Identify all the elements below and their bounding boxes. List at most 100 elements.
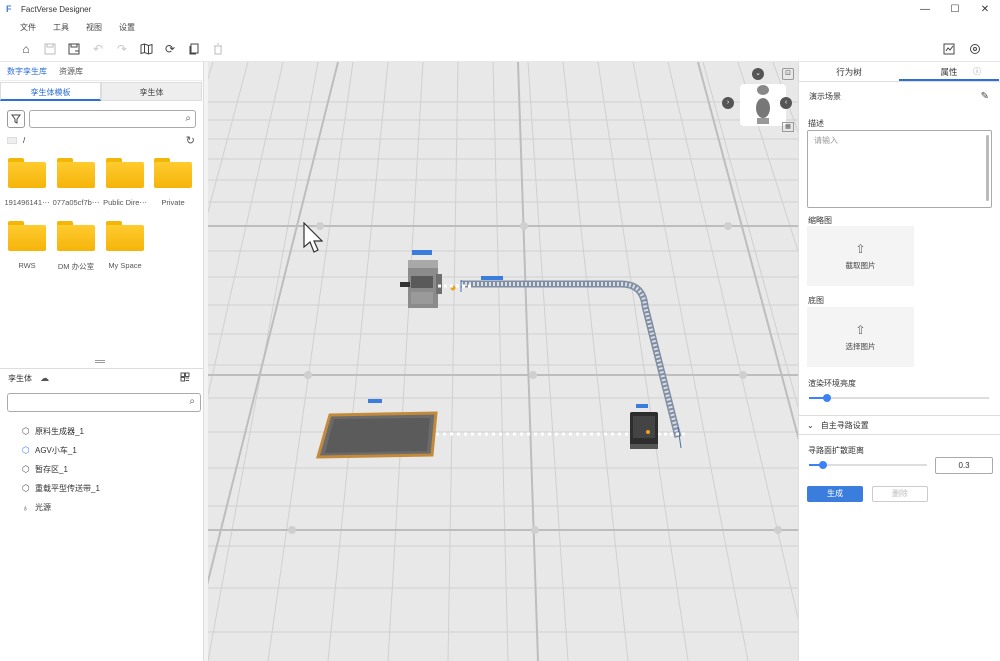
panel-resize-handle[interactable] [95, 360, 105, 363]
tab-properties-label: 属性 [940, 67, 958, 77]
pathfinding-section-header[interactable]: ⌄ 自主寻路设置 [799, 415, 1000, 435]
delete-button[interactable]: 删除 [872, 486, 928, 502]
env-brightness-slider[interactable] [809, 394, 989, 402]
rotate-left-icon[interactable]: › [722, 97, 734, 109]
agv-model[interactable] [626, 404, 662, 452]
info-icon[interactable]: ⓘ [973, 62, 981, 82]
home-icon[interactable]: ⌂ [14, 38, 38, 60]
tab-behavior-tree[interactable]: 行为树 [799, 62, 899, 81]
menu-view[interactable]: 视图 [86, 22, 102, 33]
list-item[interactable]: ⬡ 重载平型传送带_1 [22, 479, 100, 498]
upload-icon: ⇧ [855, 242, 866, 256]
close-button[interactable]: ✕ [970, 0, 1000, 18]
head-model-icon [756, 85, 770, 124]
folder-item[interactable]: Private [148, 158, 198, 207]
twin-label: 暂存区_1 [35, 465, 68, 474]
folder-item[interactable]: RWS [2, 221, 52, 270]
folder-name: 077a05cf7b⋯ [52, 198, 100, 207]
chevron-down-icon[interactable]: ⌄ [752, 68, 764, 80]
thumbnail-label: 缩略图 [808, 216, 832, 225]
redo-icon[interactable]: ↷ [110, 38, 134, 60]
template-search-input[interactable]: ⌕ [29, 110, 196, 128]
filter-icon[interactable] [7, 110, 25, 128]
grid-toggle-icon[interactable]: ▦ [782, 122, 794, 132]
folder-name: 191496141⋯ [4, 198, 50, 207]
chart-icon[interactable] [936, 38, 962, 60]
list-item[interactable]: ⬡ 原料生成器_1 [22, 422, 100, 441]
flow-path [436, 432, 631, 436]
menu-bar: 文件 工具 视图 设置 [0, 18, 1000, 37]
copy-icon[interactable] [182, 38, 206, 60]
agv-cube-icon: ⬡ [22, 445, 30, 455]
layout-grid-icon[interactable] [180, 372, 190, 385]
save-icon[interactable] [38, 38, 62, 60]
folder-name: RWS [18, 261, 36, 270]
maximize-button[interactable]: ☐ [940, 0, 970, 18]
menu-tools[interactable]: 工具 [53, 22, 69, 33]
list-item[interactable]: ⬡ AGV小车_1 [22, 441, 100, 460]
map-icon[interactable] [134, 38, 158, 60]
refresh-icon[interactable]: ↻ [186, 134, 195, 147]
title-bar: F FactVerse Designer — ☐ ✕ [0, 0, 1000, 18]
right-panel: 行为树 属性 ⓘ 演示场景 ✎ 描述 请输入 缩略图 ⇧ 截取图片 底图 ⇧ 选… [798, 62, 1000, 661]
minimize-button[interactable]: — [910, 0, 940, 18]
menu-settings[interactable]: 设置 [119, 22, 135, 33]
save-as-icon[interactable] [62, 38, 86, 60]
expand-distance-input[interactable]: 0.3 [935, 457, 993, 474]
description-textarea[interactable]: 请输入 [807, 130, 992, 208]
description-label: 描述 [808, 119, 824, 128]
textarea-scrollbar[interactable] [986, 135, 989, 201]
folder-icon [154, 158, 192, 188]
chevron-down-icon: ⌄ [807, 420, 814, 430]
scene-name: 演示场景 [809, 92, 841, 101]
scene-viewport[interactable]: ⌄ ⊡ › ‹ ▦ [208, 62, 798, 661]
view-cube[interactable] [740, 84, 786, 126]
tab-properties[interactable]: 属性 ⓘ [899, 62, 999, 81]
folder-name: DM 办公室 [57, 262, 95, 271]
generate-button[interactable]: 生成 [807, 486, 863, 502]
focus-icon[interactable]: ⊡ [782, 68, 794, 80]
undo-icon[interactable]: ↶ [86, 38, 110, 60]
capture-image-label: 截取图片 [845, 261, 876, 270]
sync-icon[interactable]: ⟳ [158, 38, 182, 60]
storage-area-model[interactable] [316, 397, 441, 459]
folder-item[interactable]: My Space [100, 221, 150, 270]
expand-distance-slider[interactable] [809, 461, 927, 469]
twin-search-input[interactable]: ⌕ [7, 393, 201, 412]
flow-path [438, 284, 474, 288]
env-brightness-label: 渲染环境亮度 [808, 379, 856, 388]
raw-material-generator-model[interactable] [398, 250, 458, 312]
upload-icon: ⇧ [855, 323, 866, 337]
tab-digital-twin-library[interactable]: 数字孪生库 [7, 66, 47, 77]
folder-item[interactable]: 191496141⋯ [2, 158, 52, 207]
folder-item[interactable]: Public Dire⋯ [100, 158, 150, 207]
settings-icon[interactable] [962, 38, 988, 60]
delete-icon[interactable] [206, 38, 230, 60]
tab-resource-library[interactable]: 资源库 [59, 66, 83, 77]
pathfinding-section-title: 自主寻路设置 [820, 420, 869, 430]
folder-icon [106, 158, 144, 188]
menu-file[interactable]: 文件 [20, 22, 36, 33]
list-item[interactable]: ⬡ 暂存区_1 [22, 460, 100, 479]
rotate-right-icon[interactable]: ‹ [780, 97, 792, 109]
select-image-label: 选择图片 [845, 342, 876, 351]
folder-path-icon [7, 136, 17, 144]
slider-knob[interactable] [819, 461, 827, 469]
toolbar: ⌂ ↶ ↷ ⟳ [0, 37, 1000, 62]
select-image-button[interactable]: ⇧ 选择图片 [807, 307, 914, 367]
cloud-upload-icon[interactable]: ☁ [40, 373, 49, 384]
folder-item[interactable]: 077a05cf7b⋯ [51, 158, 101, 207]
tab-twins[interactable]: 孪生体 [101, 82, 202, 101]
left-panel: 数字孪生库 资源库 孪生体模板 孪生体 ⌕ / ↻ 191496141⋯ 077… [0, 62, 204, 661]
list-item[interactable]: ♁ 光源 [22, 498, 100, 517]
edit-icon[interactable]: ✎ [981, 91, 989, 102]
twin-list: ⬡ 原料生成器_1 ⬡ AGV小车_1 ⬡ 暂存区_1 ⬡ 重载平型传送带_1 … [22, 422, 100, 517]
folder-item[interactable]: DM 办公室 [51, 221, 101, 272]
cube-icon: ⬡ [22, 483, 30, 493]
folder-icon [8, 158, 46, 188]
tab-twin-templates[interactable]: 孪生体模板 [0, 82, 101, 101]
folder-icon [57, 158, 95, 188]
cube-icon: ⬡ [22, 464, 30, 474]
capture-image-button[interactable]: ⇧ 截取图片 [807, 226, 914, 286]
slider-knob[interactable] [823, 394, 831, 402]
